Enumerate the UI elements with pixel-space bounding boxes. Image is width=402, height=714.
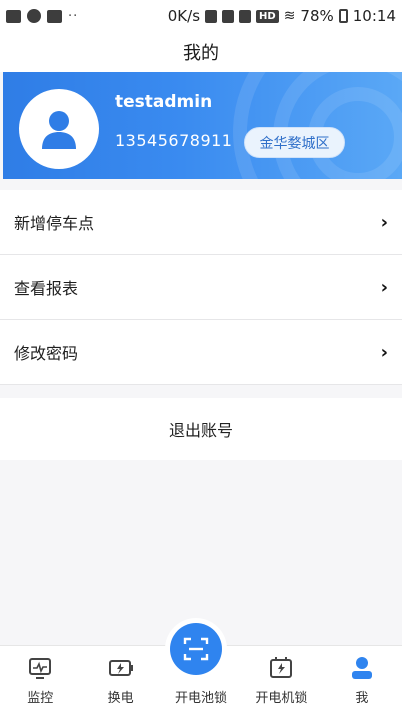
scan-icon: [183, 637, 209, 661]
menu-item-label: 新增停车点: [14, 214, 95, 233]
more-notifications-indicator: ··: [68, 8, 79, 24]
monitor-icon: [29, 658, 52, 679]
tab-motor-lock[interactable]: 开电机锁: [241, 645, 321, 714]
menu-item-label: 修改密码: [14, 344, 79, 363]
avatar[interactable]: [19, 89, 99, 169]
menu-item-add-parking[interactable]: 新增停车点 ›: [0, 190, 402, 255]
user-avatar-icon: [42, 111, 76, 149]
tab-monitor[interactable]: 监控: [0, 645, 80, 714]
app-notification-icon: [27, 9, 41, 23]
clock: 10:14: [352, 7, 396, 25]
logout-button[interactable]: 退出账号: [0, 398, 402, 460]
chevron-right-icon: ›: [380, 341, 388, 363]
chevron-right-icon: ›: [380, 276, 388, 298]
mute-icon: [239, 9, 252, 23]
app-notification-icon-2: [47, 9, 62, 23]
nfc-icon: [222, 9, 235, 23]
tab-me[interactable]: 我: [322, 645, 402, 714]
battery-icon: [338, 9, 348, 23]
battery-percent: 78%: [300, 7, 334, 25]
tab-label: 换电: [107, 691, 134, 706]
profile-card: testadmin 13545678911 金华婺城区: [3, 72, 402, 179]
center-scan-button-wrap: [165, 618, 227, 680]
region-button[interactable]: 金华婺城区: [244, 127, 345, 158]
network-speed: 0K/s: [167, 7, 201, 25]
page-title: 我的: [0, 32, 402, 72]
gallery-notification-icon: [6, 9, 21, 23]
status-bar-left: ··: [6, 9, 78, 24]
tab-label: 监控: [27, 691, 54, 706]
scan-button[interactable]: [170, 623, 222, 675]
status-bar: ·· 0K/s HD ≋ 78% 10:14: [0, 0, 402, 32]
settings-menu: 新增停车点 › 查看报表 › 修改密码 ›: [0, 190, 402, 385]
person-icon: [351, 657, 372, 679]
phone-number: 13545678911: [115, 131, 233, 150]
menu-item-change-password[interactable]: 修改密码 ›: [0, 320, 402, 385]
menu-item-label: 查看报表: [14, 279, 79, 298]
tab-label: 我: [355, 691, 369, 706]
chevron-right-icon: ›: [380, 211, 388, 233]
tab-battery-swap[interactable]: 换电: [80, 645, 160, 714]
username: testadmin: [115, 92, 213, 112]
menu-item-view-report[interactable]: 查看报表 ›: [0, 255, 402, 320]
tab-label: 开电池锁: [175, 691, 228, 706]
status-bar-right: 0K/s HD ≋ 78% 10:14: [168, 7, 396, 25]
location-icon: [205, 9, 218, 23]
tab-label: 开电机锁: [255, 691, 308, 706]
hd-badge: HD: [256, 9, 279, 23]
motor-lock-icon: [270, 657, 293, 678]
battery-swap-icon: [108, 660, 133, 676]
wifi-signal-icon: ≋: [283, 8, 296, 24]
